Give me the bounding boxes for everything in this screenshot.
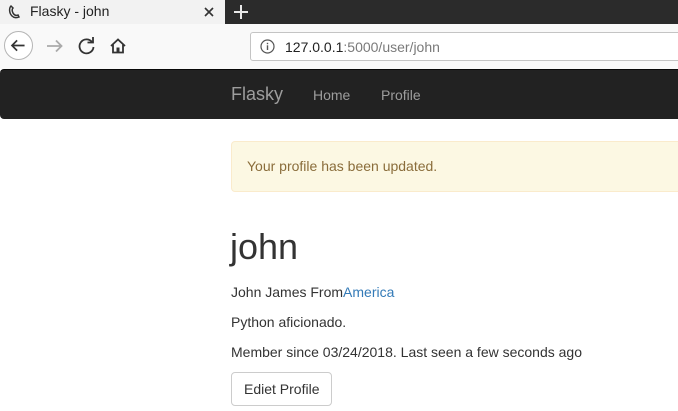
nav-profile-link[interactable]: Profile (381, 87, 421, 103)
flash-message: Your profile has been updated. (247, 158, 438, 174)
profile-about: Python aficionado. (231, 314, 347, 330)
back-arrow-icon[interactable] (4, 31, 33, 60)
edit-profile-button[interactable]: Ediet Profile (231, 372, 333, 406)
close-icon[interactable] (201, 4, 217, 20)
location-link[interactable]: America (343, 284, 394, 300)
site-navbar: Flasky Home Profile (0, 69, 678, 119)
profile-member-since: Member since 03/24/2018. Last seen a few… (231, 344, 582, 360)
browser-tab[interactable]: Flasky - john (0, 0, 225, 24)
profile-name-location: John James FromAmerica (231, 284, 394, 300)
profile-name-from: John James From (231, 284, 344, 300)
brand-link[interactable]: Flasky (231, 84, 283, 105)
tab-strip: Flasky - john (0, 0, 678, 24)
nav-home-link[interactable]: Home (313, 87, 350, 103)
url-bar[interactable]: 127.0.0.1:5000/user/john (250, 32, 678, 61)
url-text: 127.0.0.1:5000/user/john (285, 39, 440, 55)
page-title: john (230, 226, 299, 267)
home-icon[interactable] (103, 31, 133, 61)
flash-alert: Your profile has been updated. (231, 141, 678, 192)
url-path: :5000/user/john (343, 39, 440, 55)
forward-arrow-icon[interactable] (40, 31, 70, 61)
tab-favicon-icon (8, 4, 21, 19)
url-host: 127.0.0.1 (285, 39, 344, 55)
reload-icon[interactable] (72, 31, 102, 61)
tab-title: Flasky - john (30, 3, 110, 19)
info-icon[interactable] (260, 39, 275, 54)
plus-icon[interactable] (231, 2, 251, 22)
page-content: Flasky Home Profile Your profile has bee… (0, 69, 678, 411)
